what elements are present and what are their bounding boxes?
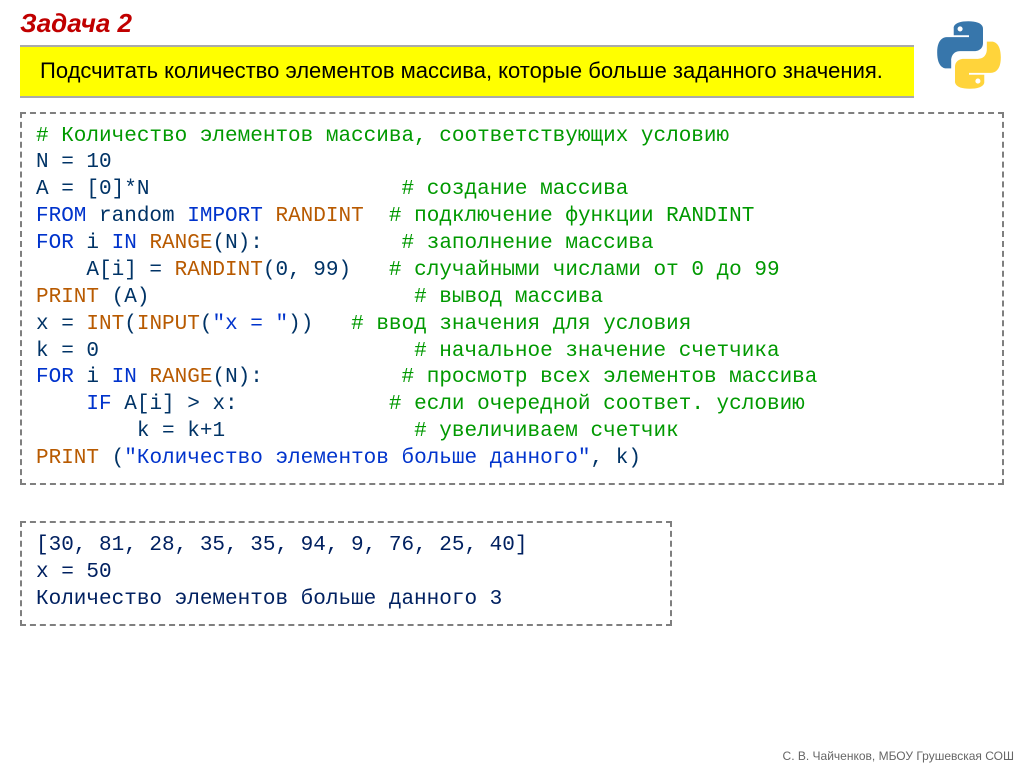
comment: # заполнение массива — [402, 232, 654, 255]
code: x = — [36, 313, 86, 336]
comment: # ввод значения для условия — [313, 313, 691, 336]
output-listing: [30, 81, 28, 35, 35, 94, 9, 76, 25, 40] … — [20, 521, 672, 626]
code: k = — [36, 340, 86, 363]
kw-for: FOR — [36, 366, 74, 389]
kw-print: PRINT — [36, 447, 99, 470]
comment: # просмотр всех элементов массива — [402, 366, 818, 389]
kw-for: FOR — [36, 232, 74, 255]
comment: # Количество элементов массива, соответс… — [36, 125, 729, 148]
code: A[i] = — [36, 259, 175, 282]
kw-in: IN — [112, 232, 137, 255]
code-listing: # Количество элементов массива, соответс… — [20, 112, 1004, 485]
comment: # создание массива — [402, 178, 629, 201]
comment: # вывод массива — [414, 286, 603, 309]
kw-if: IF — [86, 393, 111, 416]
task-title: Задача 2 — [0, 0, 1024, 45]
output-prompt: x = 50 — [36, 561, 112, 584]
python-logo-icon — [934, 20, 1004, 90]
code: A = [0]*N — [36, 178, 149, 201]
kw-import: IMPORT — [187, 205, 263, 228]
kw-from: FROM — [36, 205, 86, 228]
comment: # случайными числами от 0 до 99 — [351, 259, 779, 282]
kw-print: PRINT — [36, 286, 99, 309]
footer-attribution: С. В. Чайченков, МБОУ Грушевская СОШ — [783, 749, 1014, 763]
task-description: Подсчитать количество элементов массива,… — [20, 45, 914, 98]
code: N = 10 — [36, 151, 112, 174]
comment: # начальное значение счетчика — [414, 340, 779, 363]
comment: # если очередной соответ. условию — [389, 393, 805, 416]
kw-in: IN — [112, 366, 137, 389]
code: k = k+ — [36, 420, 212, 443]
output-array: [30, 81, 28, 35, 35, 94, 9, 76, 25, 40] — [36, 534, 527, 557]
comment: # увеличиваем счетчик — [414, 420, 679, 443]
comment: # подключение функции RANDINT — [364, 205, 755, 228]
output-result: Количество элементов больше данного 3 — [36, 588, 502, 611]
